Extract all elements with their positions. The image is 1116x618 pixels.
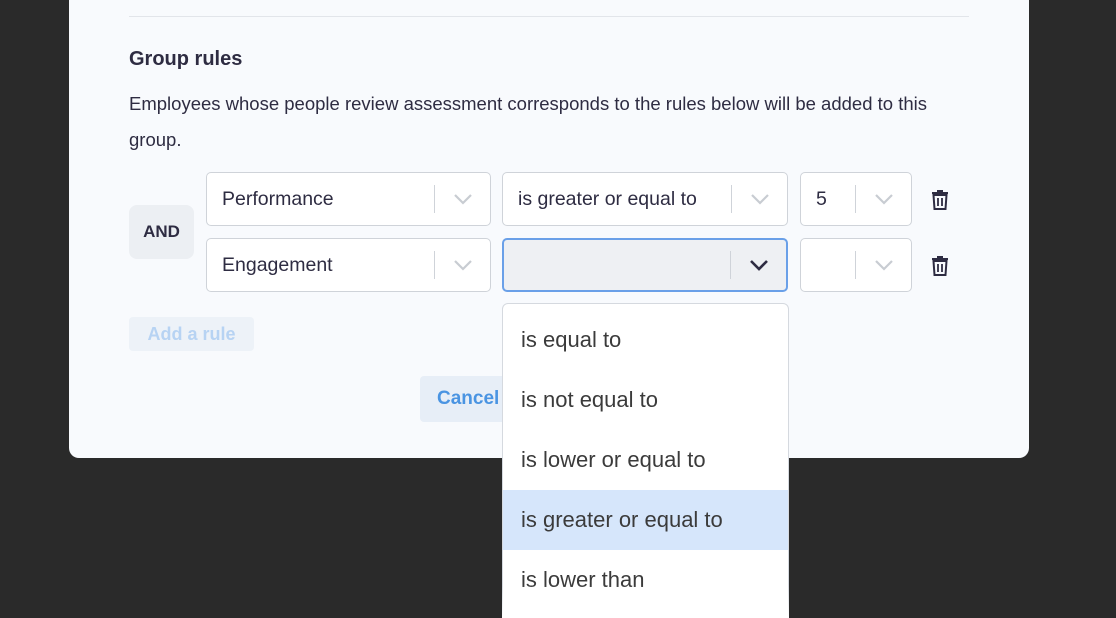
chevron-down-icon[interactable]	[435, 173, 490, 225]
divider	[129, 16, 969, 17]
add-rule-button[interactable]: Add a rule	[129, 317, 254, 351]
rule-1-field-value: Performance	[222, 187, 334, 210]
rule-1-field-select[interactable]: Performance	[206, 172, 491, 226]
chevron-down-icon[interactable]	[435, 239, 490, 291]
rule-2-value-select[interactable]	[800, 238, 912, 292]
chevron-down-icon[interactable]	[856, 239, 911, 291]
dropdown-option[interactable]: is not equal to	[503, 370, 788, 430]
rule-1-condition-select[interactable]: is greater or equal to	[502, 172, 788, 226]
rule-2-condition-select[interactable]	[502, 238, 788, 292]
rule-2-field-select[interactable]: Engagement	[206, 238, 491, 292]
rule-2-field-value: Engagement	[222, 253, 333, 276]
section-description: Employees whose people review assessment…	[129, 93, 927, 150]
trash-icon[interactable]	[928, 253, 952, 277]
rule-1-condition-value: is greater or equal to	[518, 187, 697, 210]
dropdown-option-highlighted[interactable]: is greater or equal to	[503, 490, 788, 550]
rule-1-value: 5	[816, 187, 827, 210]
trash-icon[interactable]	[928, 187, 952, 211]
dropdown-fade	[502, 585, 789, 618]
condition-dropdown-menu: is equal to is not equal to is lower or …	[502, 303, 789, 618]
chevron-down-icon[interactable]	[731, 240, 786, 290]
and-operator-badge[interactable]: AND	[129, 205, 194, 259]
section-title: Group rules	[129, 48, 243, 70]
chevron-down-icon[interactable]	[732, 173, 787, 225]
dropdown-option[interactable]: is lower or equal to	[503, 430, 788, 490]
dropdown-option[interactable]: is equal to	[503, 310, 788, 370]
chevron-down-icon[interactable]	[856, 173, 911, 225]
rule-1-value-select[interactable]: 5	[800, 172, 912, 226]
